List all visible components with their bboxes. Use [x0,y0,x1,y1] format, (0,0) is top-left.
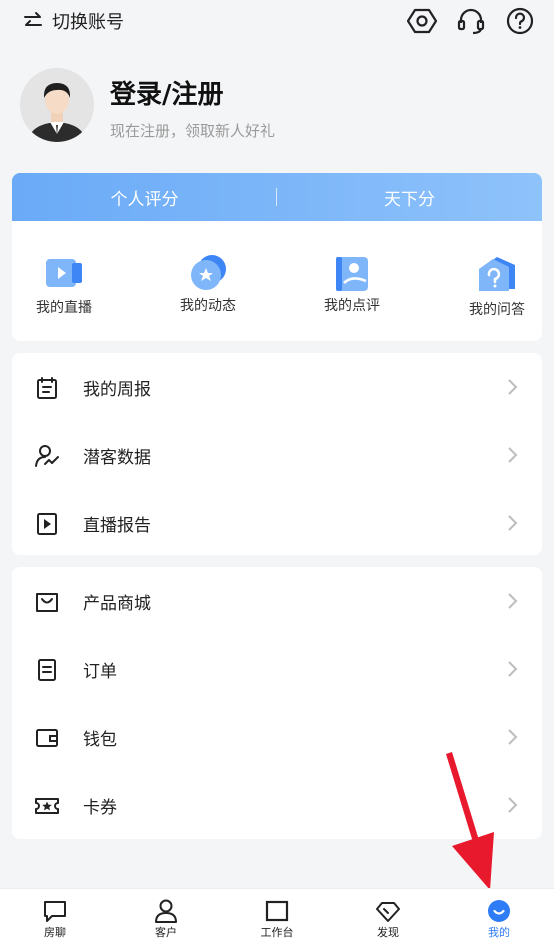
tab-room-chat[interactable]: 房聊 [0,889,110,948]
headset-icon[interactable] [456,6,486,36]
play-report-icon [37,513,57,535]
swap-icon [24,12,42,26]
feature-label: 我的问答 [469,302,525,318]
tab-label: 房聊 [44,926,66,939]
chevron-right-icon [508,797,518,813]
chevron-right-icon [508,447,518,463]
help-icon[interactable] [505,6,535,36]
tab-workbench[interactable]: 工作台 [222,889,332,948]
tab-customers[interactable]: 客户 [111,889,221,948]
menu-item-prospect-data[interactable]: 潜客数据 [12,421,542,489]
top-bar: 切换账号 [0,0,554,44]
menu-item-label: 潜客数据 [83,448,151,468]
tab-label: 发现 [377,926,399,939]
chevron-right-icon [508,661,518,677]
shopping-bag-icon [36,593,58,612]
menu-item-label: 我的周报 [83,380,151,400]
customer-icon [155,899,177,923]
tab-label: 工作台 [260,926,294,939]
menu-item-label: 直播报告 [83,516,151,536]
menu-item-orders[interactable]: 订单 [12,635,542,703]
feature-card: 个人评分 天下分 我的直播 我的动态 我的点评 我的问答 [12,173,542,341]
calendar-icon [37,377,57,399]
switch-account-button[interactable]: 切换账号 [22,8,124,34]
chat-icon [44,901,66,922]
tab-personal-score[interactable]: 个人评分 [12,173,277,221]
live-icon [44,253,84,293]
menu-item-live-report[interactable]: 直播报告 [12,489,542,557]
feature-label: 我的直播 [36,300,92,316]
menu-item-label: 订单 [83,662,117,682]
menu-item-weekly-report[interactable]: 我的周报 [12,353,542,421]
feature-my-qa[interactable]: 我的问答 [437,253,542,323]
workbench-icon [265,900,289,922]
tab-label: 客户 [155,926,177,939]
menu-item-wallet[interactable]: 钱包 [12,703,542,771]
me-icon [488,900,510,922]
feature-my-reviews[interactable]: 我的点评 [292,253,412,323]
chevron-right-icon [508,379,518,395]
tab-tianxia-score[interactable]: 天下分 [277,173,542,221]
menu-item-label: 卡券 [83,798,117,818]
wallet-icon [36,729,58,747]
score-bar: 个人评分 天下分 [12,173,542,221]
menu-item-coupons[interactable]: 卡券 [12,771,542,839]
chevron-right-icon [508,515,518,531]
menu-item-label: 钱包 [83,730,117,750]
avatar[interactable] [20,68,94,142]
user-chart-icon [35,445,59,467]
chevron-right-icon [508,593,518,609]
tab-me[interactable]: 我的 [444,889,554,948]
menu-item-label: 产品商城 [83,594,151,614]
switch-account-label: 切换账号 [52,12,124,33]
qa-icon [477,253,517,293]
coupon-icon [35,798,59,814]
profile-name[interactable]: 登录/注册 [110,74,224,111]
order-icon [38,659,56,681]
bottom-tab-bar: 房聊 客户 工作台 发现 我的 [0,888,554,948]
settings-icon[interactable] [406,6,438,36]
feature-label: 我的点评 [324,298,380,314]
review-icon [332,253,372,293]
menu-group-commerce: 产品商城 订单 钱包 卡券 [12,567,542,839]
tab-discover[interactable]: 发现 [333,889,443,948]
tab-label: 我的 [488,926,510,939]
moments-icon [188,253,228,293]
discover-icon [376,902,400,922]
feature-my-live[interactable]: 我的直播 [12,253,124,323]
chevron-right-icon [508,729,518,745]
feature-my-moments[interactable]: 我的动态 [148,253,268,323]
profile-section[interactable]: 登录/注册 现在注册，领取新人好礼 [20,68,540,144]
menu-item-product-mall[interactable]: 产品商城 [12,567,542,635]
menu-group-reports: 我的周报 潜客数据 直播报告 [12,353,542,555]
feature-label: 我的动态 [180,298,236,314]
profile-subtitle: 现在注册，领取新人好礼 [110,122,276,140]
